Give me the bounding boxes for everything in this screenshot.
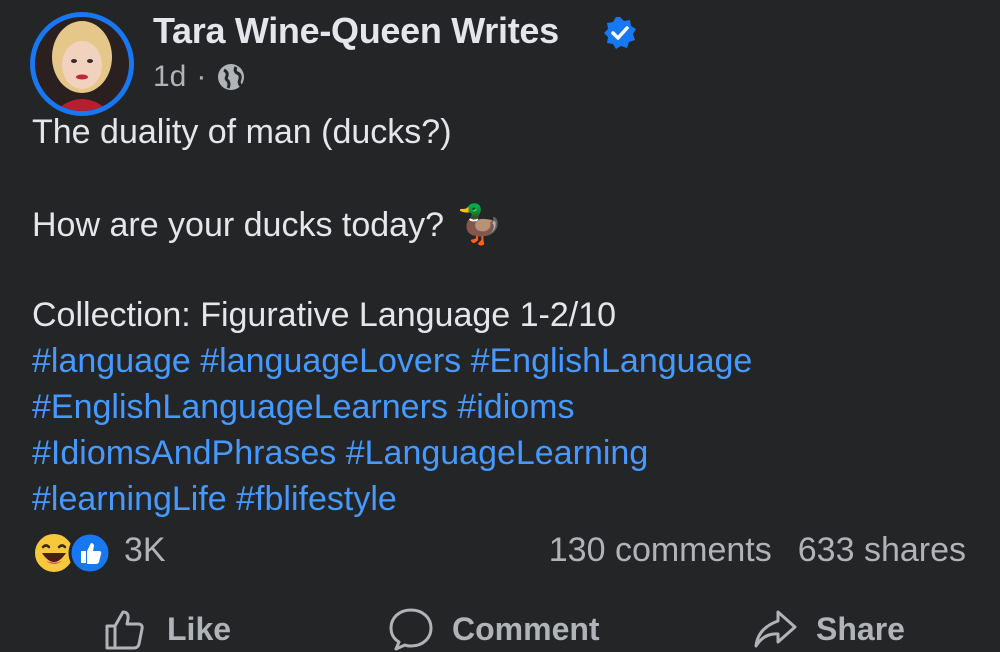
reaction-icons[interactable] [32,531,114,575]
post-line-1: The duality of man (ducks?) [32,113,452,151]
like-label: Like [167,610,232,647]
post-line-2: How are your ducks today? 🦆 [32,203,503,247]
hashtag-line[interactable]: #learningLife #fblifestyle [32,480,397,519]
avatar[interactable] [35,17,129,111]
like-button[interactable]: Like [103,606,231,652]
comment-label: Comment [452,610,600,647]
reaction-count[interactable]: 3K [124,531,166,570]
post-line-3: Collection: Figurative Language 1-2/10 [32,296,617,334]
post-meta: 1d · [153,60,246,94]
engagement-stats: 130 comments 633 shares [549,531,966,570]
share-label: Share [816,610,905,647]
profile-photo [35,17,129,111]
share-button[interactable]: Share [752,606,905,652]
meta-separator: · [196,60,207,93]
hashtag-line[interactable]: #language #languageLovers #EnglishLangua… [32,342,752,381]
duck-emoji: 🦆 [455,204,504,246]
comment-button[interactable]: Comment [388,606,600,652]
avatar-ring[interactable] [30,12,134,116]
comment-icon [389,608,433,651]
verified-badge-icon [604,17,636,49]
haha-reaction-icon [33,532,75,574]
shares-count[interactable]: 633 shares [798,531,966,570]
comments-count[interactable]: 130 comments [549,531,772,570]
globe-icon[interactable] [216,62,246,92]
like-reaction-icon [68,531,112,575]
thumbs-up-icon [105,610,144,650]
share-arrow-icon [754,610,797,648]
hashtag-line[interactable]: #EnglishLanguageLearners #idioms [32,388,575,427]
author-name[interactable]: Tara Wine-Queen Writes [153,10,559,52]
post-time[interactable]: 1d [153,60,186,94]
post-line-2-text: How are your ducks today? [32,205,444,244]
hashtag-line[interactable]: #IdiomsAndPhrases #LanguageLearning [32,434,648,473]
